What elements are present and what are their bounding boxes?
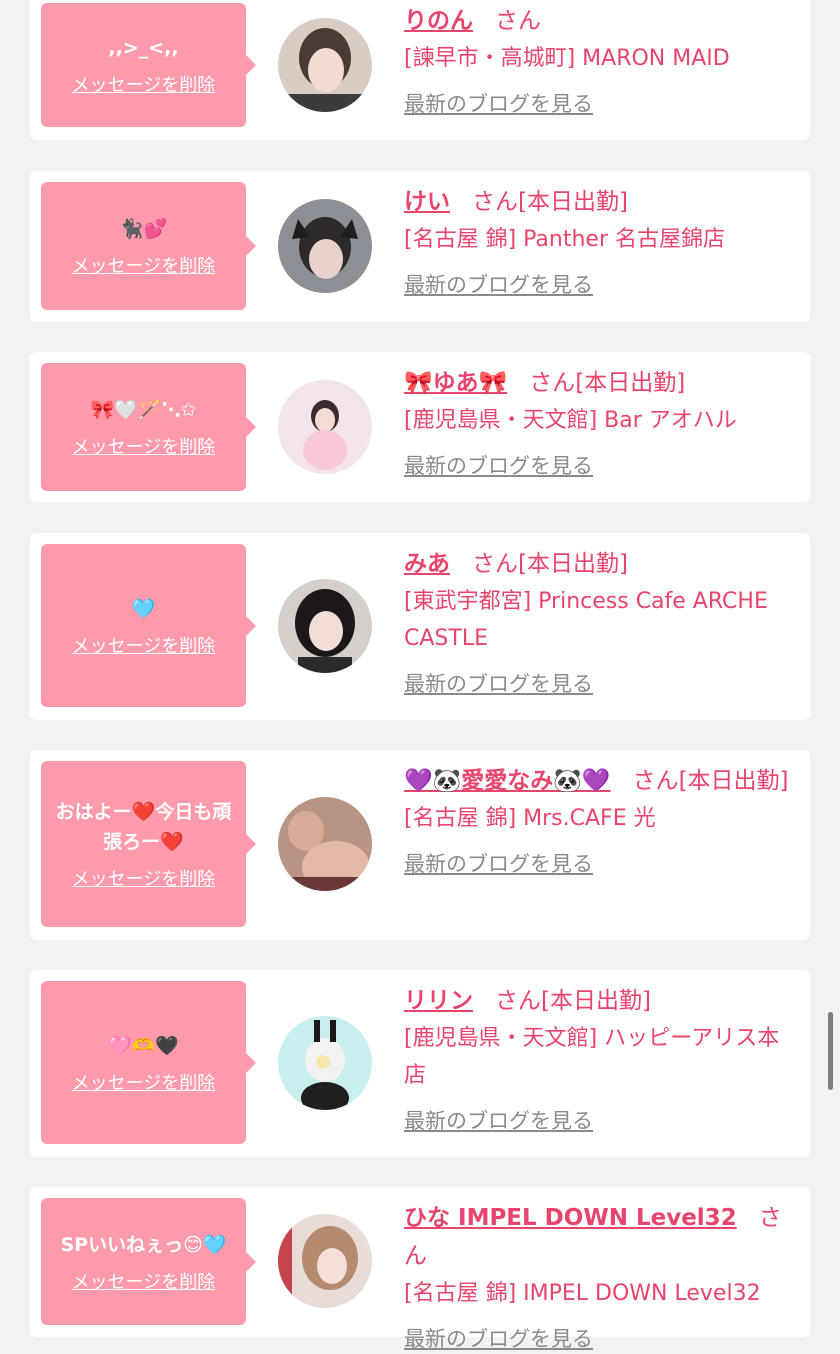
shop-location: [名古屋 錦] Panther 名古屋錦店 <box>404 227 725 252</box>
shop-location: [名古屋 錦] Mrs.CAFE 光 <box>404 806 656 831</box>
shop-location: [鹿児島県・天文館] ハッピーアリス本店 <box>404 1026 780 1088</box>
delete-message-link[interactable]: メッセージを削除 <box>72 1268 216 1294</box>
avatar[interactable] <box>278 18 372 112</box>
honorific-status: さん <box>495 8 541 34</box>
message-text: SPいいねぇっ😊🩵 <box>60 1233 227 1256</box>
delete-message-link[interactable]: メッセージを削除 <box>72 1069 216 1095</box>
list-item: 🩵 メッセージを削除 みあ さん[本日出勤] [東武宇都宮] Princess C… <box>30 533 810 720</box>
message-bubble: ,,>_<,, メッセージを削除 <box>41 3 256 127</box>
latest-blog-link[interactable]: 最新のブログを見る <box>404 669 800 699</box>
name-line: みあ さん[本日出勤] <box>404 545 800 583</box>
profile-name-link[interactable]: 🎀ゆあ🎀 <box>404 370 507 396</box>
latest-blog-link[interactable]: 最新のブログを見る <box>404 1324 800 1354</box>
honorific-status: さん[本日出勤] <box>495 988 651 1014</box>
avatar[interactable] <box>278 579 372 673</box>
name-line: 🎀ゆあ🎀 さん[本日出勤] <box>404 364 800 402</box>
avatar[interactable] <box>278 199 372 293</box>
profile-info: 🎀ゆあ🎀 さん[本日出勤] [鹿児島県・天文館] Bar アオハル 最新のブログを… <box>404 364 800 481</box>
latest-blog-link[interactable]: 最新のブログを見る <box>404 849 800 879</box>
honorific-status: さん[本日出勤] <box>472 551 628 577</box>
latest-blog-link[interactable]: 最新のブログを見る <box>404 451 800 481</box>
list-item: 🎀🤍🪄⋱✩ メッセージを削除 🎀ゆあ🎀 さん[本日出勤] [鹿児島県・天文館] B… <box>30 352 810 502</box>
profile-info: リリン さん[本日出勤] [鹿児島県・天文館] ハッピーアリス本店 最新のブログを… <box>404 982 800 1136</box>
message-bubble: おはよー❤️今日も頑張ろー❤️ メッセージを削除 <box>41 761 256 927</box>
delete-message-link[interactable]: メッセージを削除 <box>72 252 216 278</box>
shop-location: [諫早市・高城町] MARON MAID <box>404 46 730 71</box>
list-item: SPいいねぇっ😊🩵 メッセージを削除 ひな IMPEL DOWN Level32… <box>30 1187 810 1351</box>
message-bubble: 🩷🫶🖤 メッセージを削除 <box>41 981 256 1144</box>
profile-name-link[interactable]: リリン <box>404 988 473 1014</box>
name-line: けい さん[本日出勤] <box>404 183 800 221</box>
list-item: 🐈‍⬛💕 メッセージを削除 けい さん[本日出勤] [名古屋 錦] Panther… <box>30 171 810 322</box>
delete-message-link[interactable]: メッセージを削除 <box>72 632 216 658</box>
latest-blog-link[interactable]: 最新のブログを見る <box>404 1106 800 1136</box>
list-item: 🩷🫶🖤 メッセージを削除 リリン さん[本日出勤] [鹿児島県・天文館] ハッピー… <box>30 970 810 1157</box>
name-line: りのん さん <box>404 2 800 40</box>
profile-info: りのん さん [諫早市・高城町] MARON MAID 最新のブログを見る <box>404 2 800 119</box>
profile-info: ひな IMPEL DOWN Level32 さん [名古屋 錦] IMPEL DO… <box>404 1199 800 1354</box>
delete-message-link[interactable]: メッセージを削除 <box>72 71 216 97</box>
avatar[interactable] <box>278 380 372 474</box>
message-bubble: SPいいねぇっ😊🩵 メッセージを削除 <box>41 1198 256 1325</box>
avatar[interactable] <box>278 797 372 891</box>
profile-name-link[interactable]: 💜🐼愛愛なみ🐼💜 <box>404 768 611 794</box>
profile-info: 💜🐼愛愛なみ🐼💜 さん[本日出勤] [名古屋 錦] Mrs.CAFE 光 最新のブ… <box>404 762 800 879</box>
profile-name-link[interactable]: ひな IMPEL DOWN Level32 <box>404 1205 737 1231</box>
profile-info: けい さん[本日出勤] [名古屋 錦] Panther 名古屋錦店 最新のブログを… <box>404 183 800 300</box>
shop-location: [東武宇都宮] Princess Cafe ARCHE CASTLE <box>404 589 768 651</box>
message-text: ,,>_<,, <box>108 37 179 59</box>
message-text: 🎀🤍🪄⋱✩ <box>90 399 197 421</box>
scrollbar[interactable] <box>828 1012 833 1090</box>
name-line: ひな IMPEL DOWN Level32 さん <box>404 1199 800 1275</box>
name-line: リリン さん[本日出勤] <box>404 982 800 1020</box>
honorific-status: さん[本日出勤] <box>632 768 789 794</box>
honorific-status: さん[本日出勤] <box>472 189 628 215</box>
profile-name-link[interactable]: みあ <box>404 551 450 577</box>
message-text: 🩵 <box>131 597 156 620</box>
name-line: 💜🐼愛愛なみ🐼💜 さん[本日出勤] <box>404 762 800 800</box>
message-text: 🩷🫶🖤 <box>108 1034 179 1057</box>
list-item: おはよー❤️今日も頑張ろー❤️ メッセージを削除 💜🐼愛愛なみ🐼💜 さん[本日出勤… <box>30 750 810 940</box>
latest-blog-link[interactable]: 最新のブログを見る <box>404 270 800 300</box>
honorific-status: さん[本日出勤] <box>529 370 686 396</box>
profile-name-link[interactable]: けい <box>404 189 450 215</box>
delete-message-link[interactable]: メッセージを削除 <box>72 865 216 891</box>
profile-info: みあ さん[本日出勤] [東武宇都宮] Princess Cafe ARCHE C… <box>404 545 800 699</box>
shop-location: [鹿児島県・天文館] Bar アオハル <box>404 408 737 433</box>
avatar[interactable] <box>278 1214 372 1308</box>
list-item: ,,>_<,, メッセージを削除 りのん さん [諫早市・高城町] MARON M… <box>30 0 810 140</box>
message-bubble: 🎀🤍🪄⋱✩ メッセージを削除 <box>41 363 256 491</box>
latest-blog-link[interactable]: 最新のブログを見る <box>404 89 800 119</box>
avatar[interactable] <box>278 1016 372 1110</box>
message-text: 🐈‍⬛💕 <box>119 218 168 240</box>
delete-message-link[interactable]: メッセージを削除 <box>72 433 216 459</box>
shop-location: [名古屋 錦] IMPEL DOWN Level32 <box>404 1281 761 1306</box>
message-bubble: 🐈‍⬛💕 メッセージを削除 <box>41 182 256 310</box>
profile-name-link[interactable]: りのん <box>404 8 473 34</box>
message-text: おはよー❤️今日も頑張ろー❤️ <box>55 801 232 853</box>
message-bubble: 🩵 メッセージを削除 <box>41 544 256 707</box>
